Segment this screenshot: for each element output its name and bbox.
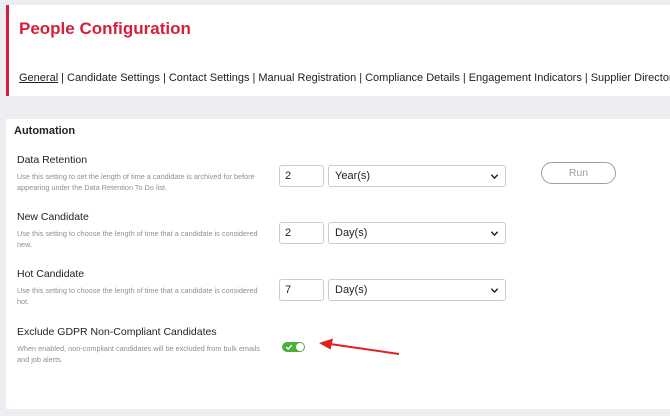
hot-candidate-description: Use this setting to choose the length of… [17, 286, 258, 306]
data-retention-value-input[interactable] [279, 165, 324, 187]
nav-link-supplier-directory[interactable]: Supplier Directory [591, 72, 670, 84]
nav-separator: | [462, 72, 466, 84]
nav-link-candidate-settings[interactable]: Candidate Settings [67, 72, 160, 84]
hot-candidate-unit-value: Day(s) [335, 284, 368, 296]
nav-link-compliance-details[interactable]: Compliance Details [365, 72, 460, 84]
nav-separator: | [584, 72, 588, 84]
page: People Configuration General | Candidate S… [0, 0, 670, 416]
new-candidate-description: Use this setting to choose the length of… [17, 229, 258, 249]
nav-link-contact-settings[interactable]: Contact Settings [169, 72, 250, 84]
data-retention-title: Data Retention [17, 154, 88, 166]
nav-link-engagement-indicators[interactable]: Engagement Indicators [469, 72, 582, 84]
arrow-icon [319, 338, 400, 355]
hot-candidate-title: Hot Candidate [17, 268, 85, 280]
nav-separator: | [359, 72, 363, 84]
run-button[interactable]: Run [541, 162, 616, 184]
gdpr-title: Exclude GDPR Non-Compliant Candidates [17, 326, 217, 338]
gdpr-description: When enabled, non-compliant candidates w… [17, 344, 260, 364]
new-candidate-unit-value: Day(s) [335, 227, 368, 239]
data-retention-description: Use this setting to set the length of ti… [17, 172, 255, 192]
settings-nav: General | Candidate Settings | Contact Setti… [19, 72, 670, 84]
toggle-knob [296, 343, 304, 351]
page-title: People Configuration [19, 19, 191, 38]
nav-separator: | [162, 72, 166, 84]
hot-candidate-value-input[interactable] [279, 279, 324, 301]
hot-candidate-unit-select[interactable]: Day(s) [328, 279, 506, 301]
data-retention-unit-value: Year(s) [335, 170, 371, 182]
nav-link-manual-registration[interactable]: Manual Registration [258, 72, 356, 84]
automation-section: Automation Data Retention Use this setti… [6, 119, 670, 409]
nav-link-general[interactable]: General [19, 72, 58, 84]
new-candidate-unit-select[interactable]: Day(s) [328, 222, 506, 244]
nav-separator: | [61, 72, 64, 84]
new-candidate-title: New Candidate [17, 211, 89, 223]
chevron-down-icon [490, 174, 499, 180]
chevron-down-icon [490, 231, 499, 237]
data-retention-unit-select[interactable]: Year(s) [328, 165, 506, 187]
section-title: Automation [14, 125, 76, 137]
gdpr-toggle[interactable] [282, 342, 305, 352]
header-card: People Configuration General | Candidate S… [6, 5, 670, 96]
chevron-down-icon [490, 288, 499, 294]
check-icon [285, 344, 293, 351]
new-candidate-value-input[interactable] [279, 222, 324, 244]
